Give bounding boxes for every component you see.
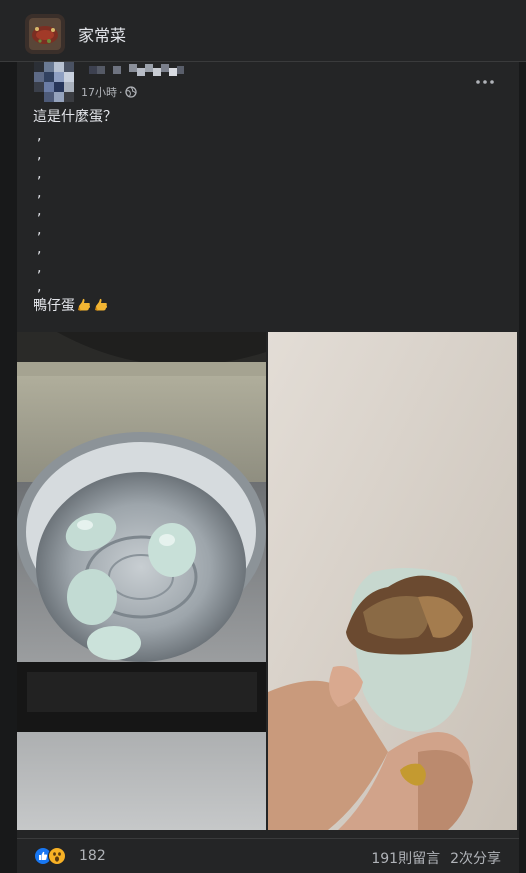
call-me-hand-emoji-icon bbox=[94, 298, 109, 312]
post-line-answer: 鴨仔蛋 bbox=[33, 297, 503, 316]
group-header: 家常菜 bbox=[0, 0, 526, 62]
post-line: , bbox=[37, 127, 42, 144]
eggs-in-pot-photo[interactable] bbox=[17, 332, 266, 830]
globe-icon bbox=[124, 86, 137, 98]
post-stats: 191則留言 2次分享 bbox=[371, 848, 501, 868]
reaction-count[interactable]: 182 bbox=[79, 848, 106, 864]
call-me-hand-emoji-icon bbox=[77, 298, 92, 312]
more-options-button[interactable] bbox=[473, 72, 497, 92]
wow-reaction-icon bbox=[48, 847, 66, 865]
post-text: 這是什麼蛋？ , , , , , , , , , 鴨仔蛋 bbox=[33, 108, 503, 316]
share-count-link[interactable]: 2次分享 bbox=[450, 848, 501, 868]
post-meta: 17小時 · bbox=[81, 84, 137, 100]
author-avatar[interactable] bbox=[34, 62, 74, 102]
post-line: , bbox=[37, 260, 42, 277]
group-name[interactable]: 家常菜 bbox=[78, 22, 126, 46]
post-line: , bbox=[37, 241, 42, 258]
post-line: , bbox=[37, 279, 42, 296]
reaction-bar: 182 191則留言 2次分享 bbox=[17, 838, 519, 870]
post-line: , bbox=[37, 184, 42, 201]
group-avatar[interactable] bbox=[25, 14, 65, 54]
post-line: 這是什麼蛋？ bbox=[33, 109, 117, 125]
post-line: , bbox=[37, 203, 42, 220]
author-name-redacted[interactable] bbox=[89, 62, 184, 80]
post-card: 17小時 · 這是什麼蛋？ , , , , , , , , , 鴨仔蛋 182 … bbox=[17, 62, 519, 873]
comment-count-link[interactable]: 191則留言 bbox=[371, 848, 440, 868]
more-horizontal-icon bbox=[476, 80, 494, 84]
reaction-icons[interactable] bbox=[34, 847, 66, 865]
post-line: , bbox=[37, 222, 42, 239]
balut-egg-in-hand-photo[interactable] bbox=[268, 332, 517, 830]
post-line-text: 鴨仔蛋 bbox=[33, 297, 75, 314]
post-line: , bbox=[37, 146, 42, 163]
post-line: , bbox=[37, 165, 42, 182]
meta-separator: · bbox=[119, 85, 123, 99]
post-timestamp[interactable]: 17小時 bbox=[81, 84, 117, 100]
